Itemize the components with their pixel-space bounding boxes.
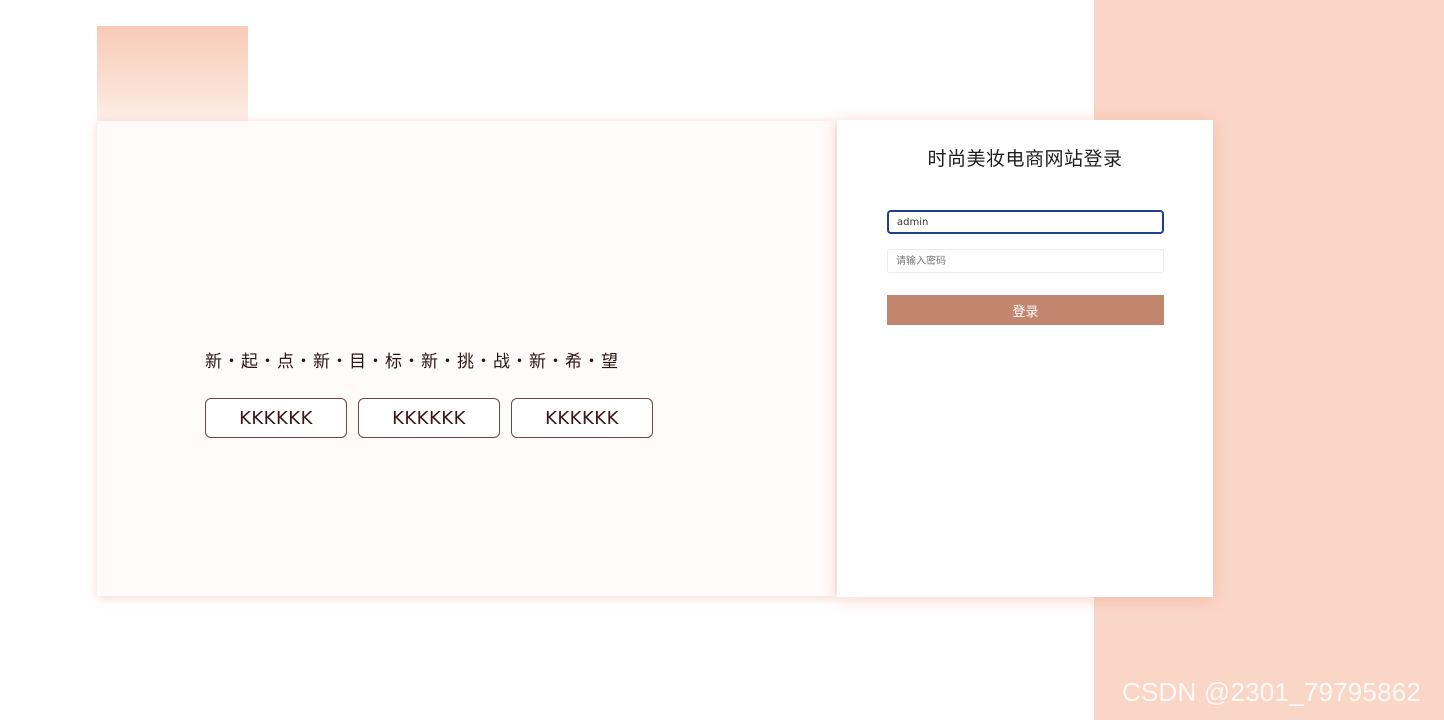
- password-input[interactable]: [887, 249, 1164, 273]
- decorative-gradient-square: [97, 26, 248, 126]
- hero-panel: 新・起・点・新・目・标・新・挑・战・新・希・望 KKKKKK KKKKKK KK…: [97, 121, 835, 596]
- page: 新・起・点・新・目・标・新・挑・战・新・希・望 KKKKKK KKKKKK KK…: [0, 0, 1444, 720]
- hero-slogan: 新・起・点・新・目・标・新・挑・战・新・希・望: [205, 352, 619, 372]
- login-title: 时尚美妆电商网站登录: [927, 148, 1123, 170]
- hero-button-1[interactable]: KKKKKK: [205, 398, 347, 438]
- watermark-text: CSDN @2301_79795862: [1122, 677, 1422, 707]
- hero-button-2[interactable]: KKKKKK: [358, 398, 500, 438]
- login-panel: 时尚美妆电商网站登录 登录: [837, 120, 1213, 597]
- hero-button-3[interactable]: KKKKKK: [511, 398, 653, 438]
- username-input[interactable]: [887, 210, 1164, 234]
- login-button[interactable]: 登录: [887, 295, 1164, 325]
- hero-button-row: KKKKKK KKKKKK KKKKKK: [205, 398, 653, 438]
